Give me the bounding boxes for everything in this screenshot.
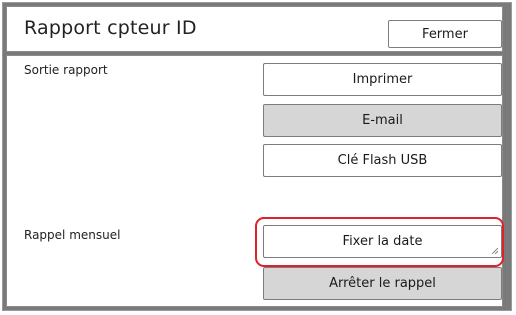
dialog-body: Sortie rapport Imprimer E-mail Clé Flash…	[6, 55, 504, 307]
close-button[interactable]: Fermer	[388, 20, 502, 48]
monthly-reminder-label: Rappel mensuel	[24, 228, 121, 242]
set-date-label: Fixer la date	[342, 234, 423, 249]
stop-reminder-button[interactable]: Arrêter le rappel	[263, 267, 502, 300]
corner-grip-icon	[492, 248, 498, 254]
email-button[interactable]: E-mail	[263, 104, 502, 137]
set-date-button[interactable]: Fixer la date	[263, 225, 502, 258]
dialog-header: Rapport cpteur ID Fermer	[6, 6, 503, 52]
usb-flash-button[interactable]: Clé Flash USB	[263, 144, 502, 177]
report-output-label: Sortie rapport	[24, 63, 108, 77]
print-button[interactable]: Imprimer	[263, 63, 502, 96]
dialog-title: Rapport cpteur ID	[24, 17, 197, 39]
